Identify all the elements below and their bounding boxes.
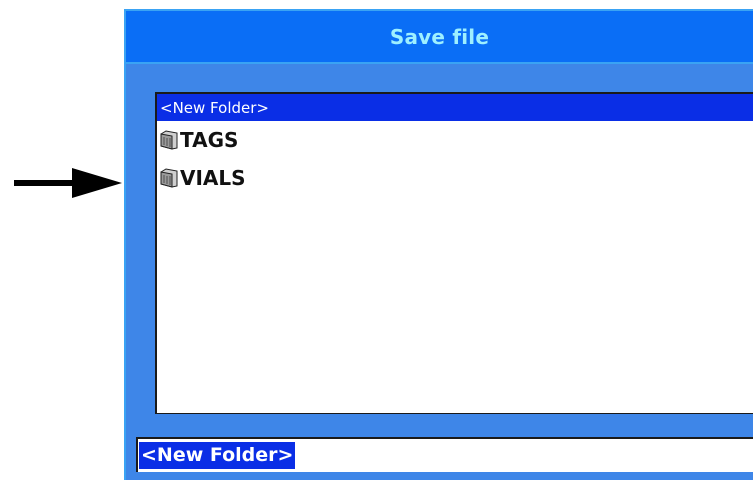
- file-name-value: <New Folder>: [139, 442, 296, 469]
- list-item-label: VIALS: [180, 166, 246, 190]
- folder-list[interactable]: <New Folder> TAGS VIALS: [155, 92, 753, 414]
- folder-icon: [160, 130, 178, 150]
- screenshot-stage: Save file <New Folder> TAGS VIALS <New F…: [0, 0, 753, 480]
- dialog-title: Save file: [389, 24, 490, 49]
- save-file-dialog: Save file <New Folder> TAGS VIALS <New F…: [124, 9, 753, 480]
- list-item-vials[interactable]: VIALS: [157, 159, 753, 197]
- dialog-title-bar: Save file: [126, 11, 753, 64]
- file-name-input[interactable]: <New Folder>: [136, 437, 753, 472]
- list-item-label: <New Folder>: [160, 98, 269, 117]
- list-item-label: TAGS: [180, 128, 239, 152]
- list-item-new-folder[interactable]: <New Folder>: [157, 94, 753, 121]
- folder-icon: [160, 168, 178, 188]
- right-arrow-icon: [14, 168, 122, 198]
- list-item-tags[interactable]: TAGS: [157, 121, 753, 159]
